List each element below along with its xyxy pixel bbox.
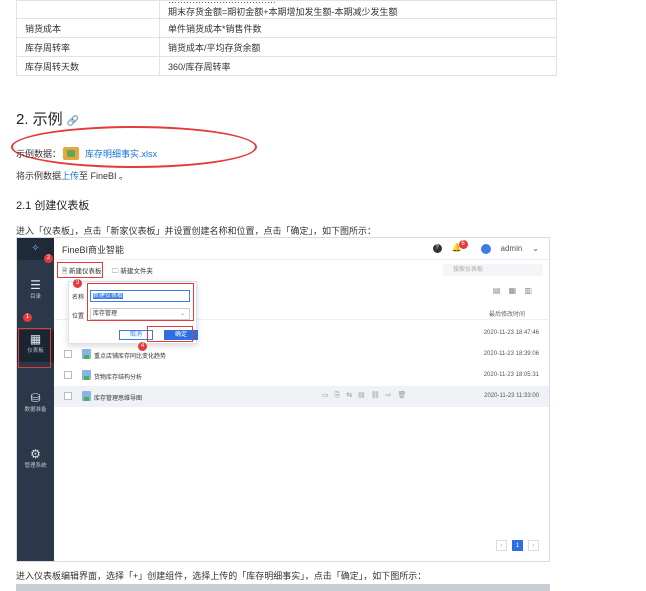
- database-icon: ⛁: [30, 391, 41, 405]
- table-cell-label: [16, 0, 160, 19]
- sidebar-item-data-prep[interactable]: ⛁ 数据准备: [17, 391, 54, 413]
- header-actions: ? 🔔6 admin ⌄: [432, 240, 539, 254]
- upload-instruction: 将示例数据上传至 FineBI 。: [16, 169, 128, 182]
- sidebar-item-admin[interactable]: ⚙ 管理系统: [17, 447, 54, 469]
- table-row: 库存周转天数 360/库存周转率: [16, 56, 557, 76]
- user-name[interactable]: admin: [501, 244, 523, 253]
- sidebar-item-label: 管理系统: [24, 463, 47, 469]
- pagination: ‹ 1 ›: [496, 540, 539, 551]
- row-name: 库存管理思维导图: [94, 396, 143, 402]
- annotation-box-new-dashboard: [57, 262, 103, 278]
- table-row[interactable]: 货物库存结构分析 2020-11-23 18:05:31: [54, 365, 549, 386]
- page-number[interactable]: 1: [512, 540, 523, 551]
- search-input[interactable]: 搜索仪表板: [443, 264, 543, 276]
- table-cell-formula-text: 期末存货金额=期初金额+本期增加发生额-本期减少发生额: [168, 7, 398, 17]
- new-folder-button[interactable]: 🗀 新建文件夹: [112, 265, 153, 278]
- upload-link[interactable]: 上传: [61, 171, 79, 181]
- annotation-box-dialog-fields: [87, 283, 194, 321]
- section-heading: 2. 示例 🔗: [16, 108, 79, 129]
- table-cell-formula: 单件销货成本*销售件数: [159, 18, 557, 38]
- annotation-box-confirm: [147, 326, 193, 342]
- table-row: 销货成本 单件销货成本*销售件数: [16, 18, 557, 38]
- next-page-button[interactable]: ›: [528, 540, 539, 551]
- sidebar-item-label: 目录: [29, 294, 41, 300]
- table-cell-label: 库存周转率: [16, 37, 160, 57]
- table-cell-formula: 360/库存周转率: [159, 56, 557, 76]
- table-row: 库存周转率 销货成本/平均存货余额: [16, 37, 557, 57]
- gear-icon: ⚙: [30, 447, 41, 461]
- dashboard-file-icon: [82, 370, 91, 380]
- step-marker-4: 4: [138, 342, 147, 351]
- step-marker-2: 2: [44, 254, 53, 263]
- table-row[interactable]: 重点店铺库存同比变化趋势 2020-11-23 18:39:06: [54, 344, 549, 365]
- dashboard-file-icon: [82, 349, 91, 359]
- new-folder-label: 新建文件夹: [120, 268, 153, 275]
- next-screenshot-preview: [16, 584, 550, 591]
- table-row[interactable]: 库存管理思维导图 ▭⎘⇆▤⛓⇨🗑 2020-11-23 11:33:00: [54, 386, 549, 407]
- table-cell-cut-text: ………………………………: [168, 0, 276, 5]
- upload-prefix: 将示例数据: [16, 171, 62, 181]
- instruction-paragraph: 进入「仪表板」，点击「新家仪表板」并设置创建名称和位置，点击「确定」，如下图所示…: [16, 226, 377, 236]
- app-header: FineBI商业智能 ? 🔔6 admin ⌄: [54, 238, 549, 260]
- row-checkbox[interactable]: [64, 371, 72, 379]
- finebi-screenshot: ✧ ☰ 目录 ▦ 仪表板 ⛁ 数据准备 ⚙ 管理系统 1 FineBI商业智能 …: [16, 237, 550, 562]
- row-time: 2020-11-23 18:47:46: [483, 330, 539, 336]
- sidebar-item-label: 数据准备: [24, 407, 47, 413]
- prev-page-button[interactable]: ‹: [496, 540, 507, 551]
- help-icon[interactable]: ?: [432, 244, 442, 253]
- app-title: FineBI商业智能: [62, 245, 125, 255]
- table-cell-label: 库存周转天数: [16, 56, 160, 76]
- row-time: 2020-11-23 11:33:00: [484, 393, 539, 399]
- location-label: 位置: [72, 314, 85, 320]
- sample-file-link[interactable]: 库存明细事实.xlsx: [85, 147, 157, 160]
- formula-table: ……………………………… 期末存货金额=期初金额+本期增加发生额-本期减少发生额…: [16, 0, 557, 76]
- table-cell-label: 销货成本: [16, 18, 160, 38]
- sample-data-line: 示例数据： 库存明细事实.xlsx: [16, 147, 157, 160]
- table-cell-formula: 销货成本/平均存货余额: [159, 37, 557, 57]
- column-modified-time: 最后修改时间: [488, 312, 525, 318]
- row-checkbox[interactable]: [64, 350, 72, 358]
- step-marker-1: 1: [23, 313, 32, 322]
- row-name: 货物库存结构分析: [94, 375, 143, 381]
- annotation-box-dashboard: [18, 328, 51, 368]
- row-time: 2020-11-23 18:39:06: [483, 351, 539, 357]
- notification-badge: 6: [458, 240, 468, 249]
- view-toggle-icon[interactable]: ▤ ▦ ▥: [493, 286, 535, 295]
- row-time: 2020-11-23 18:05:31: [483, 372, 539, 378]
- row-checkbox[interactable]: [64, 392, 72, 400]
- list-icon: ☰: [30, 278, 41, 292]
- dashboard-file-icon: [82, 391, 91, 401]
- table-cell-formula: ……………………………… 期末存货金额=期初金额+本期增加发生额-本期减少发生额: [159, 0, 557, 19]
- sidebar-item-catalog[interactable]: ☰ 目录: [17, 278, 54, 300]
- sample-label: 示例数据：: [16, 149, 62, 159]
- name-label: 名称: [72, 295, 85, 301]
- bell-icon[interactable]: 🔔6: [452, 240, 471, 254]
- search-placeholder: 搜索仪表板: [453, 267, 484, 273]
- row-action-icons[interactable]: ▭⎘⇆▤⛓⇨🗑: [322, 391, 412, 400]
- section-heading-text: 2. 示例: [16, 111, 63, 128]
- app-toolbar: 🗎 新建仪表板 🗀 新建文件夹 搜索仪表板: [54, 261, 549, 279]
- link-icon[interactable]: 🔗: [67, 116, 79, 127]
- avatar[interactable]: [480, 243, 491, 254]
- instruction-paragraph-2: 进入仪表板编辑界面，选择「+」创建组件，选择上传的「库存明细事实」，点击「确定」…: [16, 571, 427, 581]
- step-marker-3: 3: [73, 279, 82, 288]
- app-sidebar: ✧ ☰ 目录 ▦ 仪表板 ⛁ 数据准备 ⚙ 管理系统: [17, 238, 54, 561]
- excel-file-icon: [63, 147, 80, 160]
- row-name: 重点店铺库存同比变化趋势: [94, 354, 167, 360]
- table-row: ……………………………… 期末存货金额=期初金额+本期增加发生额-本期减少发生额: [16, 0, 557, 19]
- chevron-down-icon[interactable]: ⌄: [532, 244, 539, 253]
- upload-suffix: 至 FineBI 。: [79, 171, 129, 181]
- subsection-heading: 2.1 创建仪表板: [16, 200, 90, 212]
